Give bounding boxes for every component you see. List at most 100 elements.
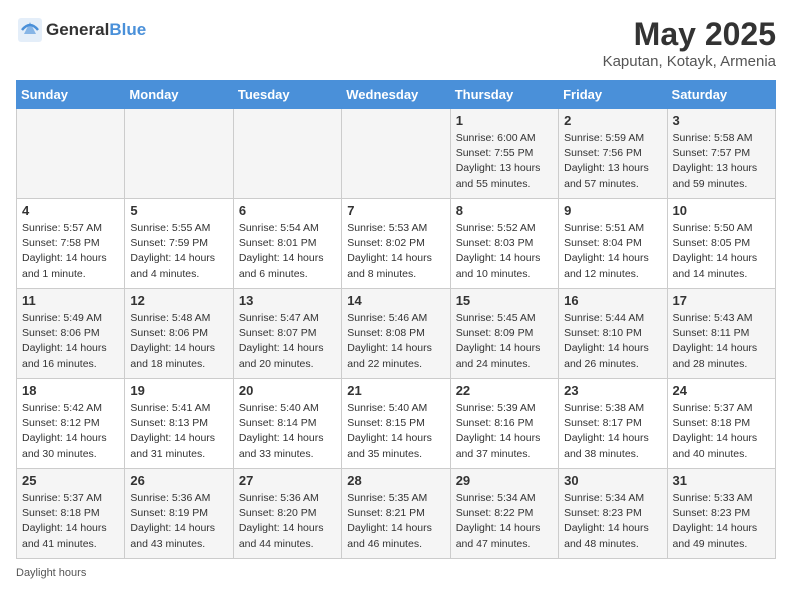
- calendar-cell: 15 Sunrise: 5:45 AM Sunset: 8:09 PM Dayli…: [450, 289, 558, 379]
- day-info: Sunrise: 5:40 AM Sunset: 8:14 PM Dayligh…: [239, 401, 336, 462]
- calendar-day-header: Thursday: [450, 81, 558, 109]
- day-number: 3: [673, 113, 770, 128]
- day-info: Sunrise: 5:33 AM Sunset: 8:23 PM Dayligh…: [673, 491, 770, 552]
- calendar-cell: 26Sunrise: 5:36 AM Sunset: 8:19 PM Dayli…: [125, 469, 233, 559]
- day-number: 8: [456, 203, 553, 218]
- day-number: 20: [239, 383, 336, 398]
- calendar-cell: 31Sunrise: 5:33 AM Sunset: 8:23 PM Dayli…: [667, 469, 775, 559]
- day-number: 17: [673, 293, 770, 308]
- day-number: 28: [347, 473, 444, 488]
- day-number: 27: [239, 473, 336, 488]
- day-number: 1: [456, 113, 553, 128]
- title-block: May 2025 Kaputan, Kotayk, Armenia: [603, 16, 776, 70]
- calendar-cell: [17, 109, 125, 199]
- calendar-cell: 16 Sunrise: 5:44 AM Sunset: 8:10 PM Dayli…: [559, 289, 667, 379]
- day-info: Sunrise: 5:35 AM Sunset: 8:21 PM Dayligh…: [347, 491, 444, 552]
- day-info: Sunrise: 5:34 AM Sunset: 8:23 PM Dayligh…: [564, 491, 661, 552]
- calendar-week-row: 18 Sunrise: 5:42 AM Sunset: 8:12 PM Dayli…: [17, 379, 776, 469]
- day-number: 15: [456, 293, 553, 308]
- calendar-day-header: Monday: [125, 81, 233, 109]
- calendar-day-header: Saturday: [667, 81, 775, 109]
- day-number: 10: [673, 203, 770, 218]
- calendar-day-header: Tuesday: [233, 81, 341, 109]
- day-number: 23: [564, 383, 661, 398]
- day-info: Sunrise: 5:55 AM Sunset: 7:59 PM Dayligh…: [130, 221, 227, 282]
- calendar-week-row: 4 Sunrise: 5:57 AM Sunset: 7:58 PM Daylig…: [17, 199, 776, 289]
- calendar-cell: 24Sunrise: 5:37 AM Sunset: 8:18 PM Dayli…: [667, 379, 775, 469]
- page-header: GeneralBlue May 2025 Kaputan, Kotayk, Ar…: [16, 16, 776, 70]
- calendar-cell: 19Sunrise: 5:41 AM Sunset: 8:13 PM Dayli…: [125, 379, 233, 469]
- day-info: Sunrise: 5:43 AM Sunset: 8:11 PM Dayligh…: [673, 311, 770, 372]
- day-number: 2: [564, 113, 661, 128]
- day-info: Sunrise: 5:46 AM Sunset: 8:08 PM Dayligh…: [347, 311, 444, 372]
- day-info: Sunrise: 5:52 AM Sunset: 8:03 PM Dayligh…: [456, 221, 553, 282]
- calendar-day-header: Sunday: [17, 81, 125, 109]
- calendar-cell: [342, 109, 450, 199]
- day-number: 11: [22, 293, 119, 308]
- calendar-cell: 28 Sunrise: 5:35 AM Sunset: 8:21 PM Dayli…: [342, 469, 450, 559]
- main-title: May 2025: [603, 16, 776, 53]
- calendar-cell: 6Sunrise: 5:54 AM Sunset: 8:01 PM Daylig…: [233, 199, 341, 289]
- calendar-day-header: Wednesday: [342, 81, 450, 109]
- day-info: Sunrise: 5:44 AM Sunset: 8:10 PM Dayligh…: [564, 311, 661, 372]
- calendar-cell: 9 Sunrise: 5:51 AM Sunset: 8:04 PM Daylig…: [559, 199, 667, 289]
- day-info: Sunrise: 5:59 AM Sunset: 7:56 PM Dayligh…: [564, 131, 661, 192]
- day-info: Sunrise: 5:48 AM Sunset: 8:06 PM Dayligh…: [130, 311, 227, 372]
- day-info: Sunrise: 5:49 AM Sunset: 8:06 PM Dayligh…: [22, 311, 119, 372]
- calendar-cell: 3 Sunrise: 5:58 AM Sunset: 7:57 PM Daylig…: [667, 109, 775, 199]
- day-number: 18: [22, 383, 119, 398]
- calendar-cell: 12 Sunrise: 5:48 AM Sunset: 8:06 PM Dayli…: [125, 289, 233, 379]
- day-info: Sunrise: 5:34 AM Sunset: 8:22 PM Dayligh…: [456, 491, 553, 552]
- calendar-cell: 22 Sunrise: 5:39 AM Sunset: 8:16 PM Dayli…: [450, 379, 558, 469]
- day-number: 29: [456, 473, 553, 488]
- day-number: 7: [347, 203, 444, 218]
- day-info: Sunrise: 5:40 AM Sunset: 8:15 PM Dayligh…: [347, 401, 444, 462]
- day-info: Sunrise: 5:51 AM Sunset: 8:04 PM Dayligh…: [564, 221, 661, 282]
- day-number: 16: [564, 293, 661, 308]
- day-number: 19: [130, 383, 227, 398]
- calendar-cell: 20 Sunrise: 5:40 AM Sunset: 8:14 PM Dayli…: [233, 379, 341, 469]
- calendar-cell: 2 Sunrise: 5:59 AM Sunset: 7:56 PM Daylig…: [559, 109, 667, 199]
- calendar-cell: 27 Sunrise: 5:36 AM Sunset: 8:20 PM Dayli…: [233, 469, 341, 559]
- calendar-cell: 1 Sunrise: 6:00 AM Sunset: 7:55 PM Daylig…: [450, 109, 558, 199]
- calendar-cell: 11 Sunrise: 5:49 AM Sunset: 8:06 PM Dayli…: [17, 289, 125, 379]
- day-info: Sunrise: 5:42 AM Sunset: 8:12 PM Dayligh…: [22, 401, 119, 462]
- day-info: Sunrise: 5:54 AM Sunset: 8:01 PM Dayligh…: [239, 221, 336, 282]
- subtitle: Kaputan, Kotayk, Armenia: [603, 53, 776, 70]
- day-info: Sunrise: 5:57 AM Sunset: 7:58 PM Dayligh…: [22, 221, 119, 282]
- day-info: Sunrise: 5:39 AM Sunset: 8:16 PM Dayligh…: [456, 401, 553, 462]
- logo-general-text: General: [46, 20, 109, 39]
- day-info: Sunrise: 5:37 AM Sunset: 8:18 PM Dayligh…: [22, 491, 119, 552]
- day-number: 13: [239, 293, 336, 308]
- day-number: 14: [347, 293, 444, 308]
- day-info: Sunrise: 5:38 AM Sunset: 8:17 PM Dayligh…: [564, 401, 661, 462]
- day-number: 12: [130, 293, 227, 308]
- footer-text: Daylight hours: [16, 567, 86, 579]
- day-number: 22: [456, 383, 553, 398]
- day-info: Sunrise: 6:00 AM Sunset: 7:55 PM Dayligh…: [456, 131, 553, 192]
- calendar-cell: 29 Sunrise: 5:34 AM Sunset: 8:22 PM Dayli…: [450, 469, 558, 559]
- calendar-cell: 25 Sunrise: 5:37 AM Sunset: 8:18 PM Dayli…: [17, 469, 125, 559]
- calendar-cell: [233, 109, 341, 199]
- day-info: Sunrise: 5:36 AM Sunset: 8:19 PM Dayligh…: [130, 491, 227, 552]
- day-number: 5: [130, 203, 227, 218]
- calendar-cell: 30Sunrise: 5:34 AM Sunset: 8:23 PM Dayli…: [559, 469, 667, 559]
- footer: Daylight hours: [16, 567, 776, 579]
- calendar-cell: 8 Sunrise: 5:52 AM Sunset: 8:03 PM Daylig…: [450, 199, 558, 289]
- calendar-table: SundayMondayTuesdayWednesdayThursdayFrid…: [16, 80, 776, 559]
- day-number: 25: [22, 473, 119, 488]
- day-info: Sunrise: 5:58 AM Sunset: 7:57 PM Dayligh…: [673, 131, 770, 192]
- day-number: 4: [22, 203, 119, 218]
- calendar-cell: 14 Sunrise: 5:46 AM Sunset: 8:08 PM Dayli…: [342, 289, 450, 379]
- day-number: 9: [564, 203, 661, 218]
- logo-icon: [16, 16, 44, 44]
- day-info: Sunrise: 5:45 AM Sunset: 8:09 PM Dayligh…: [456, 311, 553, 372]
- day-info: Sunrise: 5:36 AM Sunset: 8:20 PM Dayligh…: [239, 491, 336, 552]
- calendar-cell: 5 Sunrise: 5:55 AM Sunset: 7:59 PM Daylig…: [125, 199, 233, 289]
- calendar-week-row: 1 Sunrise: 6:00 AM Sunset: 7:55 PM Daylig…: [17, 109, 776, 199]
- calendar-cell: 23 Sunrise: 5:38 AM Sunset: 8:17 PM Dayli…: [559, 379, 667, 469]
- day-info: Sunrise: 5:47 AM Sunset: 8:07 PM Dayligh…: [239, 311, 336, 372]
- calendar-cell: 13 Sunrise: 5:47 AM Sunset: 8:07 PM Dayli…: [233, 289, 341, 379]
- calendar-cell: 18 Sunrise: 5:42 AM Sunset: 8:12 PM Dayli…: [17, 379, 125, 469]
- calendar-week-row: 11 Sunrise: 5:49 AM Sunset: 8:06 PM Dayli…: [17, 289, 776, 379]
